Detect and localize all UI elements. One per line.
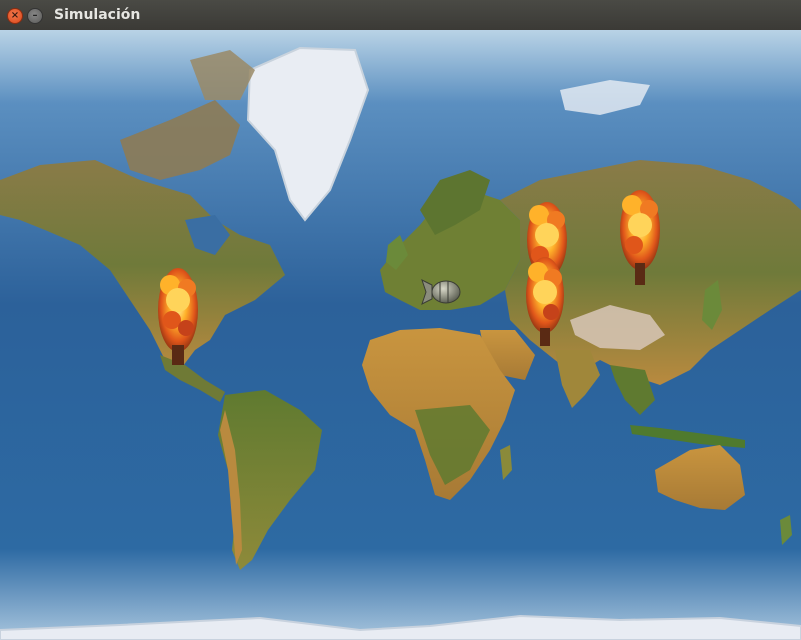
app-window: × – Simulación xyxy=(0,0,801,640)
world-map[interactable] xyxy=(0,30,801,640)
window-title: Simulación xyxy=(54,7,141,23)
missile-icon[interactable] xyxy=(421,279,461,305)
close-button[interactable]: × xyxy=(7,8,23,24)
minimize-button[interactable]: – xyxy=(27,8,43,24)
title-bar[interactable]: × – Simulación xyxy=(0,0,801,31)
map-canvas xyxy=(0,30,801,640)
minimize-icon: – xyxy=(32,10,38,21)
close-icon: × xyxy=(10,10,20,21)
